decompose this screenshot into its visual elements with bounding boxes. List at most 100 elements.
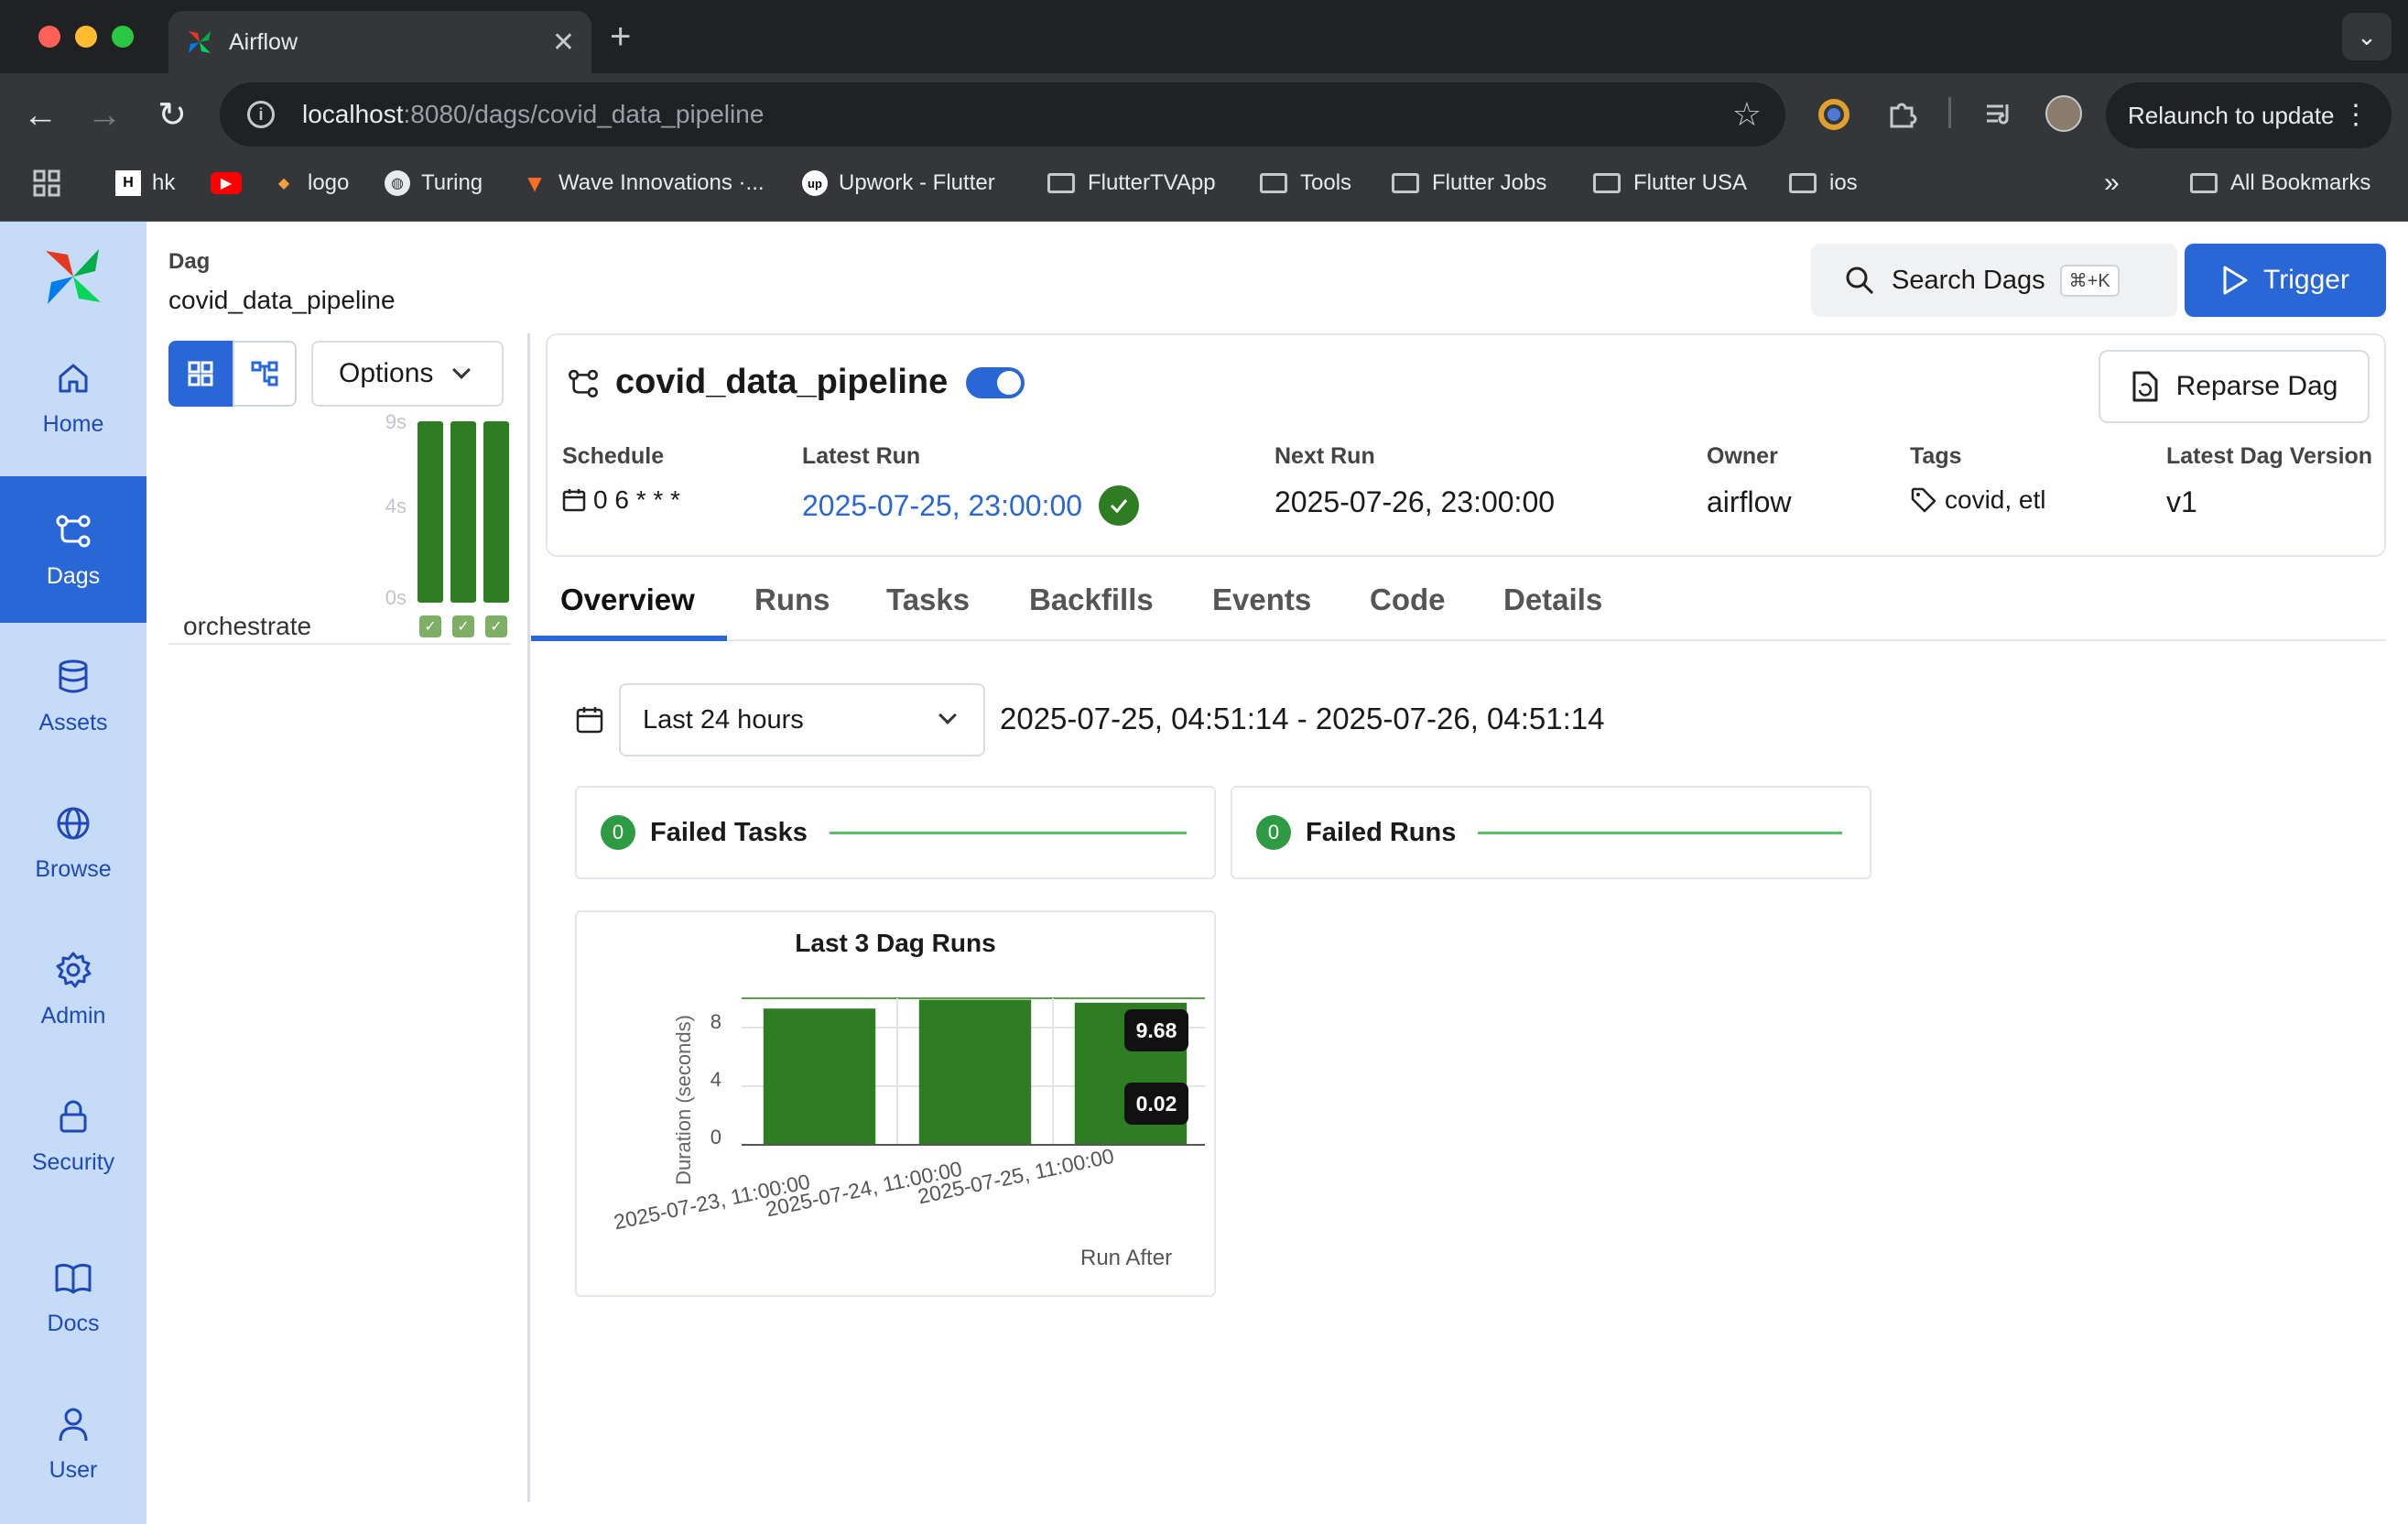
- relaunch-button[interactable]: Relaunch to update ⋮: [2106, 82, 2392, 148]
- logo-favicon-icon: ◆: [277, 176, 290, 191]
- tab-overview[interactable]: Overview: [560, 582, 695, 617]
- all-bookmarks[interactable]: All Bookmarks: [2190, 167, 2370, 200]
- bookmark-label: logo: [308, 170, 350, 195]
- minimize-window-button[interactable]: [75, 26, 97, 48]
- sidebar-item-admin[interactable]: Admin: [0, 916, 146, 1062]
- failed-runs-card[interactable]: 0 Failed Runs: [1231, 786, 1871, 879]
- folder-icon: [1260, 173, 1287, 193]
- calendar-icon: [576, 707, 603, 734]
- sidebar-item-browse[interactable]: Browse: [0, 769, 146, 916]
- graph-icon: [251, 361, 278, 386]
- menu-dots-icon[interactable]: ⋮: [2342, 99, 2370, 131]
- site-info-icon[interactable]: i: [247, 101, 275, 128]
- graph-view-button[interactable]: [233, 341, 297, 407]
- version-label: Latest Dag Version: [2166, 443, 2373, 469]
- color-extension-icon[interactable]: [1818, 99, 1849, 130]
- sidebar-item-label: Assets: [38, 709, 108, 735]
- chart-tooltip-value: 0.02: [1124, 1083, 1188, 1125]
- bookmark-label: Flutter Jobs: [1432, 170, 1547, 195]
- close-window-button[interactable]: [38, 26, 60, 48]
- trigger-button[interactable]: Trigger: [2185, 244, 2386, 317]
- grid-run-bar[interactable]: [450, 421, 476, 603]
- task-instance-success[interactable]: ✓: [485, 615, 507, 637]
- globe-icon: [57, 807, 90, 839]
- gear-icon: [56, 952, 92, 987]
- bookmark-upwork[interactable]: up Upwork - Flutter: [802, 167, 995, 200]
- bookmark-flutter-jobs[interactable]: Flutter Jobs: [1392, 167, 1546, 200]
- task-instance-success[interactable]: ✓: [419, 615, 441, 637]
- bookmark-label: Flutter USA: [1633, 170, 1748, 195]
- task-name[interactable]: orchestrate: [183, 612, 311, 641]
- profile-avatar[interactable]: [2045, 95, 2082, 132]
- panel-divider[interactable]: [527, 333, 530, 1502]
- bookmark-label: Wave Innovations ·...: [559, 170, 765, 195]
- tab-tasks[interactable]: Tasks: [886, 582, 970, 617]
- sidebar-item-label: Browse: [35, 855, 112, 882]
- bookmark-wave[interactable]: ▼ Wave Innovations ·...: [522, 167, 765, 200]
- bookmark-youtube[interactable]: ▶: [211, 167, 253, 200]
- tab-events[interactable]: Events: [1212, 582, 1311, 617]
- failed-tasks-card[interactable]: 0 Failed Tasks: [575, 786, 1216, 879]
- sidebar-item-docs[interactable]: Docs: [0, 1224, 146, 1370]
- latest-run-label: Latest Run: [802, 443, 921, 469]
- bookmark-flutter-usa[interactable]: Flutter USA: [1593, 167, 1747, 200]
- latest-run-value[interactable]: 2025-07-25, 23:00:00: [802, 485, 1140, 526]
- back-icon[interactable]: ←: [22, 97, 59, 134]
- sidebar-item-home[interactable]: Home: [0, 324, 146, 471]
- grid-run-bar[interactable]: [418, 421, 443, 603]
- latest-run-link[interactable]: 2025-07-25, 23:00:00: [802, 489, 1082, 523]
- apps-grid-icon[interactable]: [33, 167, 60, 200]
- tab-runs[interactable]: Runs: [754, 582, 830, 617]
- task-instance-success[interactable]: ✓: [452, 615, 474, 637]
- chart-bar: [918, 999, 1032, 1145]
- sidebar-item-label: Dags: [46, 562, 101, 589]
- grid-run-bar[interactable]: [483, 421, 509, 603]
- bookmark-logo[interactable]: ◆ logo: [271, 167, 350, 200]
- close-tab-icon[interactable]: ✕: [552, 27, 575, 59]
- airflow-logo-icon[interactable]: [40, 244, 106, 310]
- sidebar-item-security[interactable]: Security: [0, 1062, 146, 1209]
- grid-view-button[interactable]: [168, 341, 233, 407]
- schedule-label: Schedule: [562, 443, 665, 469]
- chevron-down-icon: [452, 361, 472, 379]
- extensions-puzzle-icon[interactable]: [1886, 99, 1917, 130]
- bookmark-turing[interactable]: ◍ Turing: [385, 167, 483, 200]
- bookmark-ios[interactable]: ios: [1789, 167, 1858, 200]
- pause-toggle[interactable]: [966, 366, 1025, 398]
- schedule-text: 0 6 * * *: [593, 485, 680, 514]
- sidebar-item-label: Docs: [47, 1310, 100, 1336]
- options-dropdown[interactable]: Options: [311, 341, 504, 407]
- tab-code[interactable]: Code: [1370, 582, 1446, 617]
- chart-y-axis-label: Duration (seconds): [672, 1015, 695, 1185]
- lock-icon: [60, 1100, 87, 1132]
- bookmark-label: Tools: [1300, 170, 1352, 195]
- time-range-select[interactable]: Last 24 hours: [619, 683, 985, 757]
- reparse-dag-button[interactable]: Reparse Dag: [2099, 350, 2370, 423]
- bookmark-hk[interactable]: Hhk: [115, 167, 175, 200]
- new-tab-button[interactable]: +: [610, 16, 631, 58]
- bookmarks-overflow-icon[interactable]: »: [2104, 167, 2120, 200]
- bookmark-star-icon[interactable]: ☆: [1732, 95, 1762, 134]
- sidebar-item-assets[interactable]: Assets: [0, 623, 146, 769]
- address-bar[interactable]: i localhost:8080/dags/covid_data_pipelin…: [220, 82, 1785, 147]
- breadcrumb-label: Dag: [168, 249, 211, 274]
- sidebar-item-user[interactable]: User: [0, 1370, 146, 1517]
- breadcrumb[interactable]: covid_data_pipeline: [168, 286, 396, 315]
- tab-backfills[interactable]: Backfills: [1029, 582, 1154, 617]
- media-control-icon[interactable]: [1983, 99, 2014, 130]
- chart-tooltip-value: 9.68: [1124, 1009, 1188, 1051]
- maximize-window-button[interactable]: [112, 26, 134, 48]
- database-icon: [59, 659, 88, 692]
- browser-tab[interactable]: Airflow ✕: [168, 11, 591, 73]
- reload-icon[interactable]: ↻: [154, 97, 190, 134]
- bookmark-fluttertvapp[interactable]: FlutterTVApp: [1047, 167, 1216, 200]
- tab-details[interactable]: Details: [1503, 582, 1602, 617]
- bookmark-tools[interactable]: Tools: [1260, 167, 1351, 200]
- next-run-label: Next Run: [1275, 443, 1375, 469]
- grid-tick-label: 9s: [385, 410, 407, 433]
- tab-search-button[interactable]: ⌄: [2342, 13, 2392, 60]
- forward-icon[interactable]: →: [86, 97, 123, 134]
- folder-icon: [1392, 173, 1419, 193]
- sidebar-item-dags[interactable]: Dags: [0, 476, 146, 623]
- search-dags-button[interactable]: Search Dags ⌘+K: [1811, 244, 2177, 317]
